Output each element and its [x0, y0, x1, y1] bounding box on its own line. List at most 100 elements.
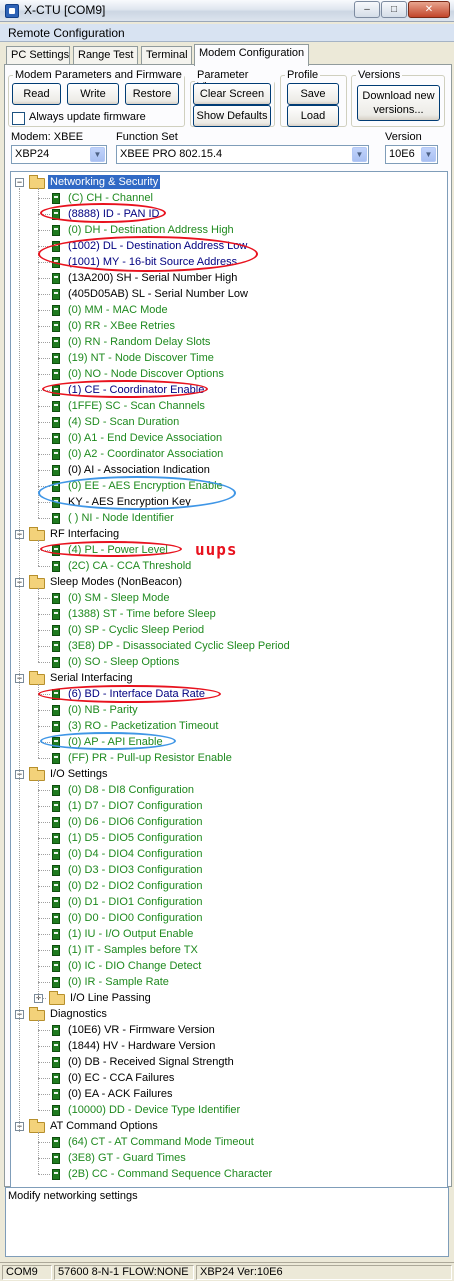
tree-parameter-item[interactable]: (0) D0 - DIO0 Configuration: [11, 910, 447, 926]
tree-parameter-label: (0) IR - Sample Rate: [68, 976, 169, 988]
tree-connector: [38, 838, 50, 839]
tree-connector: [38, 934, 50, 935]
tab-pc-settings[interactable]: PC Settings: [6, 46, 70, 65]
tree-parameter-item[interactable]: (2C) CA - CCA Threshold: [11, 558, 447, 574]
tree-parameter-item[interactable]: (0) AP - API Enable: [11, 734, 447, 750]
tab-modem-configuration[interactable]: Modem Configuration: [194, 44, 309, 66]
download-new-versions-button[interactable]: Download new versions...: [357, 85, 440, 121]
tree-parameter-item[interactable]: (0) SM - Sleep Mode: [11, 590, 447, 606]
parameter-icon: [52, 417, 60, 428]
tree-parameter-item[interactable]: (1001) MY - 16-bit Source Address: [11, 254, 447, 270]
tree-parameter-item[interactable]: (1002) DL - Destination Address Low: [11, 238, 447, 254]
tree-parameter-label: (0) MM - MAC Mode: [68, 304, 168, 316]
tree-parameter-item[interactable]: (0) D3 - DIO3 Configuration: [11, 862, 447, 878]
tree-parameter-item[interactable]: (19) NT - Node Discover Time: [11, 350, 447, 366]
modem-select[interactable]: XBP24 ▼: [11, 145, 107, 164]
tree-connector: [38, 854, 50, 855]
save-button[interactable]: Save: [287, 83, 339, 105]
tree-parameter-item[interactable]: ( ) NI - Node Identifier: [11, 510, 447, 526]
tree-parameter-item[interactable]: (FF) PR - Pull-up Resistor Enable: [11, 750, 447, 766]
load-button[interactable]: Load: [287, 105, 339, 127]
maximize-icon[interactable]: □: [381, 1, 407, 18]
tree-parameter-item[interactable]: (1844) HV - Hardware Version: [11, 1038, 447, 1054]
modem-parameters-legend: Modem Parameters and Firmware: [15, 69, 182, 81]
tree-parameter-item[interactable]: (0) D8 - DI8 Configuration: [11, 782, 447, 798]
tree-category-sleep-modes[interactable]: − Sleep Modes (NonBeacon): [11, 574, 447, 590]
always-update-firmware-checkbox[interactable]: [12, 112, 25, 125]
tree-parameter-item[interactable]: (0) D6 - DIO6 Configuration: [11, 814, 447, 830]
tree-parameter-label: (0) D8 - DI8 Configuration: [68, 784, 194, 796]
collapse-icon[interactable]: −: [15, 178, 24, 187]
tree-parameter-item[interactable]: (0) EE - AES Encryption Enable: [11, 478, 447, 494]
function-set-select[interactable]: XBEE PRO 802.15.4 ▼: [116, 145, 369, 164]
tree-parameter-item[interactable]: (0) A2 - Coordinator Association: [11, 446, 447, 462]
tree-parameter-item[interactable]: (0) AI - Association Indication: [11, 462, 447, 478]
tree-parameter-item[interactable]: (1) D5 - DIO5 Configuration: [11, 830, 447, 846]
tree-parameter-item[interactable]: (0) D4 - DIO4 Configuration: [11, 846, 447, 862]
tree-parameter-item[interactable]: (0) IC - DIO Change Detect: [11, 958, 447, 974]
write-button[interactable]: Write: [67, 83, 119, 105]
tree-parameter-item[interactable]: (0) RR - XBee Retries: [11, 318, 447, 334]
version-select[interactable]: 10E6 ▼: [385, 145, 438, 164]
tree-category-io-line-passing[interactable]: + I/O Line Passing: [11, 990, 447, 1006]
tree-parameter-item[interactable]: (0) DH - Destination Address High: [11, 222, 447, 238]
tree-parameter-item[interactable]: (2B) CC - Command Sequence Character: [11, 1166, 447, 1182]
tree-parameter-item[interactable]: (1) D7 - DIO7 Configuration: [11, 798, 447, 814]
tree-category-networking-security[interactable]: − Networking & Security: [11, 174, 447, 190]
parameter-icon: [52, 401, 60, 412]
restore-button[interactable]: Restore: [125, 83, 179, 105]
tree-parameter-item[interactable]: (0) D1 - DIO1 Configuration: [11, 894, 447, 910]
tree-parameter-item[interactable]: (10E6) VR - Firmware Version: [11, 1022, 447, 1038]
tree-parameter-item[interactable]: (0) IR - Sample Rate: [11, 974, 447, 990]
tree-parameter-item[interactable]: (13A200) SH - Serial Number High: [11, 270, 447, 286]
tree-parameter-item[interactable]: (0) MM - MAC Mode: [11, 302, 447, 318]
tree-parameter-item[interactable]: (6) BD - Interface Data Rate: [11, 686, 447, 702]
tree-parameter-item[interactable]: (1) CE - Coordinator Enable: [11, 382, 447, 398]
close-icon[interactable]: ✕: [408, 1, 450, 18]
tree-parameter-label: (2C) CA - CCA Threshold: [68, 560, 192, 572]
tree-parameter-item[interactable]: (3) RO - Packetization Timeout: [11, 718, 447, 734]
parameter-tree[interactable]: − Networking & Security (C) CH - Channel (8…: [10, 171, 448, 1195]
parameter-icon: [52, 897, 60, 908]
tree-category-serial-interfacing[interactable]: − Serial Interfacing: [11, 670, 447, 686]
tree-parameter-item[interactable]: (8888) ID - PAN ID: [11, 206, 447, 222]
tree-parameter-item[interactable]: (405D05AB) SL - Serial Number Low: [11, 286, 447, 302]
tree-parameter-item[interactable]: (0) NB - Parity: [11, 702, 447, 718]
parameter-icon: [52, 737, 60, 748]
tree-category-io-settings[interactable]: − I/O Settings: [11, 766, 447, 782]
tree-parameter-label: (0) EE - AES Encryption Enable: [68, 480, 223, 492]
tree-parameter-item[interactable]: (10000) DD - Device Type Identifier: [11, 1102, 447, 1118]
tree-parameter-label: (1844) HV - Hardware Version: [68, 1040, 216, 1052]
tree-parameter-item[interactable]: (0) EC - CCA Failures: [11, 1070, 447, 1086]
tree-category-at-command-options[interactable]: − AT Command Options: [11, 1118, 447, 1134]
tree-parameter-item[interactable]: (64) CT - AT Command Mode Timeout: [11, 1134, 447, 1150]
tree-parameter-item[interactable]: (0) A1 - End Device Association: [11, 430, 447, 446]
tree-parameter-item[interactable]: (3E8) DP - Disassociated Cyclic Sleep Pe…: [11, 638, 447, 654]
tree-parameter-item[interactable]: (3E8) GT - Guard Times: [11, 1150, 447, 1166]
tree-connector: [38, 342, 50, 343]
tree-parameter-item[interactable]: (0) SO - Sleep Options: [11, 654, 447, 670]
tab-terminal[interactable]: Terminal: [141, 46, 192, 65]
tree-parameter-item[interactable]: (1) IU - I/O Output Enable: [11, 926, 447, 942]
tree-connector: [38, 902, 50, 903]
tree-parameter-item[interactable]: (0) RN - Random Delay Slots: [11, 334, 447, 350]
tree-parameter-item[interactable]: (1388) ST - Time before Sleep: [11, 606, 447, 622]
tree-parameter-item[interactable]: (1) IT - Samples before TX: [11, 942, 447, 958]
tab-range-test[interactable]: Range Test: [73, 46, 138, 65]
tree-parameter-item[interactable]: (0) DB - Received Signal Strength: [11, 1054, 447, 1070]
tree-connector: [38, 198, 50, 199]
tree-parameter-item[interactable]: (0) D2 - DIO2 Configuration: [11, 878, 447, 894]
show-defaults-button[interactable]: Show Defaults: [193, 105, 271, 127]
tree-parameter-label: (0) EA - ACK Failures: [68, 1088, 173, 1100]
tree-parameter-item[interactable]: (C) CH - Channel: [11, 190, 447, 206]
tree-parameter-item[interactable]: (4) SD - Scan Duration: [11, 414, 447, 430]
tree-parameter-item[interactable]: (0) EA - ACK Failures: [11, 1086, 447, 1102]
read-button[interactable]: Read: [12, 83, 61, 105]
tree-parameter-item[interactable]: (0) NO - Node Discover Options: [11, 366, 447, 382]
minimize-icon[interactable]: –: [354, 1, 380, 18]
tree-parameter-item[interactable]: (0) SP - Cyclic Sleep Period: [11, 622, 447, 638]
tree-parameter-item[interactable]: (1FFE) SC - Scan Channels: [11, 398, 447, 414]
clear-screen-button[interactable]: Clear Screen: [193, 83, 271, 105]
tree-parameter-item[interactable]: KY - AES Encryption Key: [11, 494, 447, 510]
tree-category-diagnostics[interactable]: − Diagnostics: [11, 1006, 447, 1022]
